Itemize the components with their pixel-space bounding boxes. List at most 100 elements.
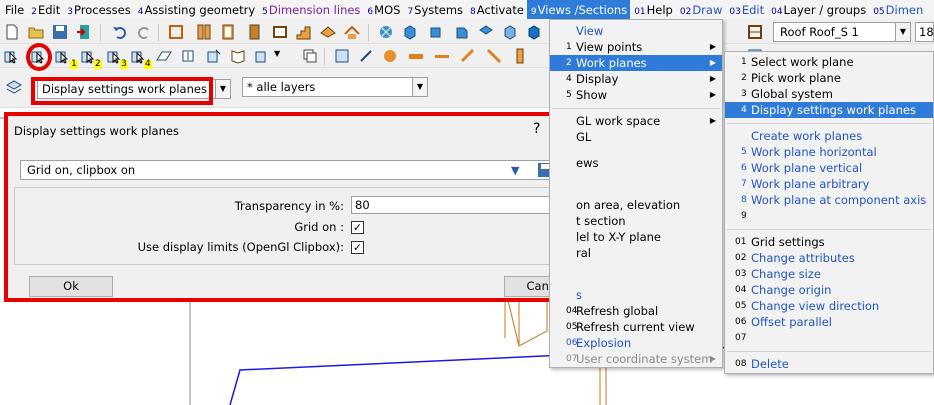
cube-iso-icon[interactable] xyxy=(502,24,518,40)
menu-item-create-work-planes[interactable]: Create work planes xyxy=(725,128,933,144)
roof-right-field[interactable]: 18 xyxy=(915,22,934,42)
copy-plane-icon[interactable] xyxy=(302,48,318,64)
menu-edit-2[interactable]: 03Edit xyxy=(725,0,767,19)
cube-shaded-icon[interactable] xyxy=(526,24,542,40)
sphere-icon[interactable] xyxy=(382,48,398,64)
menu-item-work-plane-component-axis[interactable]: 8 Work plane at component axis xyxy=(725,192,933,208)
new-file-icon[interactable] xyxy=(4,24,20,40)
menu-item-parallel[interactable]: lel to X-Y plane xyxy=(550,229,722,245)
wall-tool-icon[interactable] xyxy=(747,24,763,40)
grid-on-checkbox[interactable]: ✓ xyxy=(351,221,364,234)
cube-front-icon[interactable] xyxy=(428,24,444,40)
menu-item-pick-work-plane[interactable]: 2 Pick work plane xyxy=(725,70,933,86)
roof-icon[interactable] xyxy=(344,24,360,40)
display-limits-checkbox[interactable]: ✓ xyxy=(351,241,364,254)
door-icon[interactable] xyxy=(246,24,262,40)
window-icon[interactable] xyxy=(272,24,288,40)
menu-activate[interactable]: 8Activate xyxy=(466,0,527,19)
menu-dimen[interactable]: 05Dimen xyxy=(869,0,926,19)
menu-item-general[interactable]: ral xyxy=(550,245,722,261)
menu-file[interactable]: File xyxy=(0,0,27,19)
cube-side-icon[interactable] xyxy=(454,24,470,40)
menu-item-view-points[interactable]: 1 View points ▶ xyxy=(550,39,722,55)
column-icon[interactable] xyxy=(220,24,236,40)
exit-icon[interactable] xyxy=(76,24,92,40)
menu-item-change-origin[interactable]: 04 Change origin xyxy=(725,282,933,298)
menu-item-explosion[interactable]: 06 Explosion xyxy=(550,335,722,351)
menu-item-ucs[interactable]: 07 User coordinate system ▶ xyxy=(550,351,722,367)
ok-button[interactable]: Ok xyxy=(29,276,113,297)
wall-icon[interactable] xyxy=(196,24,212,40)
frame-icon[interactable] xyxy=(168,24,184,40)
cube-icon[interactable] xyxy=(402,24,418,40)
beam-icon[interactable] xyxy=(408,48,424,64)
menu-layer-groups[interactable]: 04Layer / groups xyxy=(767,0,869,19)
menu-item-offset-parallel[interactable]: 06 Offset parallel xyxy=(725,314,933,330)
chevron-down-icon[interactable]: ▼ xyxy=(895,23,910,41)
menu-assisting-geometry[interactable]: 4Assisting geometry xyxy=(134,0,258,19)
menu-item-work-plane-arbitrary[interactable]: 7 Work plane arbitrary xyxy=(725,176,933,192)
menu-item-show[interactable]: 5 Show ▶ xyxy=(550,87,722,103)
menu-item-global-system[interactable]: 3 Global system xyxy=(725,86,933,102)
menu-help[interactable]: 01Help xyxy=(630,0,676,19)
workplane-select-icon[interactable] xyxy=(3,48,19,64)
help-button[interactable]: ? xyxy=(533,121,540,137)
menu-item-gl[interactable]: GL xyxy=(550,129,722,145)
brace-icon[interactable] xyxy=(486,48,502,64)
menu-item-s[interactable]: s xyxy=(550,287,722,303)
menu-dimension-lines[interactable]: 5Dimension lines xyxy=(258,0,363,19)
menu-processes[interactable]: 3Processes xyxy=(63,0,133,19)
hatch-icon[interactable] xyxy=(378,24,394,40)
roof-select[interactable]: Roof Roof_S 1 ▼ xyxy=(773,22,911,42)
menu-item-work-plane-horizontal[interactable]: 5 Work plane horizontal xyxy=(725,144,933,160)
plane-icon[interactable] xyxy=(156,48,172,64)
menu-item-select-work-plane[interactable]: 1 Select work plane xyxy=(725,54,933,70)
layers-icon[interactable] xyxy=(6,79,22,95)
menu-item-07[interactable]: 07 xyxy=(725,330,933,346)
menu-edit[interactable]: 2Edit xyxy=(27,0,63,19)
chevron-down-icon[interactable]: ▼ xyxy=(274,49,280,58)
menu-item-work-planes[interactable]: 2 Work planes ▶ xyxy=(550,55,722,71)
menu-item-gl-work-space[interactable]: GL work space ▶ xyxy=(550,113,722,129)
chevron-down-icon[interactable]: ▼ xyxy=(215,80,230,98)
line-icon[interactable] xyxy=(358,48,374,64)
menu-views-sections[interactable]: 9Views /Sections xyxy=(526,0,631,19)
rod-icon[interactable] xyxy=(434,48,450,64)
save-icon[interactable] xyxy=(52,24,68,40)
move-plane-icon[interactable] xyxy=(206,48,222,64)
post-icon[interactable] xyxy=(512,48,528,64)
menu-draw[interactable]: 02Draw xyxy=(676,0,726,19)
menu-item-refresh-global[interactable]: 04 Refresh global xyxy=(550,303,722,319)
menu-systems[interactable]: 7Systems xyxy=(403,0,466,19)
workplane-menu-icon[interactable] xyxy=(254,48,270,64)
chevron-down-icon[interactable]: ▼ xyxy=(412,78,427,96)
menu-mos[interactable]: 6MOS xyxy=(363,0,403,19)
menu-item-section[interactable]: t section xyxy=(550,213,722,229)
arrow-down-icon[interactable]: ▼ xyxy=(511,164,519,177)
stair-icon[interactable] xyxy=(296,24,312,40)
menu-item-views[interactable]: ews xyxy=(550,155,722,171)
menu-item-refresh-current[interactable]: 05 Refresh current view xyxy=(550,319,722,335)
open-folder-icon[interactable] xyxy=(28,24,44,40)
menu-item-change-attributes[interactable]: 02 Change attributes xyxy=(725,250,933,266)
menu-item-delete[interactable]: 08 Delete xyxy=(725,356,933,372)
menu-item-view[interactable]: View xyxy=(550,23,722,39)
diagonal-beam-icon[interactable] xyxy=(460,48,476,64)
menu-item-9[interactable]: 9 xyxy=(725,208,933,224)
undo-icon[interactable] xyxy=(112,24,128,40)
rotate-plane-icon[interactable] xyxy=(180,48,196,64)
menu-item-change-view-direction[interactable]: 05 Change view direction xyxy=(725,298,933,314)
book-icon[interactable] xyxy=(230,48,246,64)
preset-select[interactable]: Grid on, clipbox on ▼ xyxy=(20,160,592,180)
hide-plane-icon[interactable] xyxy=(334,48,350,64)
layers-select[interactable]: * alle layers ▼ xyxy=(242,77,428,97)
redo-icon[interactable] xyxy=(136,24,152,40)
menu-item-section-area[interactable]: on area, elevation xyxy=(550,197,722,213)
workplane-horizontal-icon[interactable] xyxy=(54,48,70,64)
menu-item-display[interactable]: 4 Display ▶ xyxy=(550,71,722,87)
menu-item-display-settings-work-planes[interactable]: 4 Display settings work planes xyxy=(725,102,933,118)
cube-top-icon[interactable] xyxy=(478,24,494,40)
menu-item-work-plane-vertical[interactable]: 6 Work plane vertical xyxy=(725,160,933,176)
menu-item-change-size[interactable]: 03 Change size xyxy=(725,266,933,282)
menu-item-grid-settings[interactable]: 01 Grid settings xyxy=(725,234,933,250)
